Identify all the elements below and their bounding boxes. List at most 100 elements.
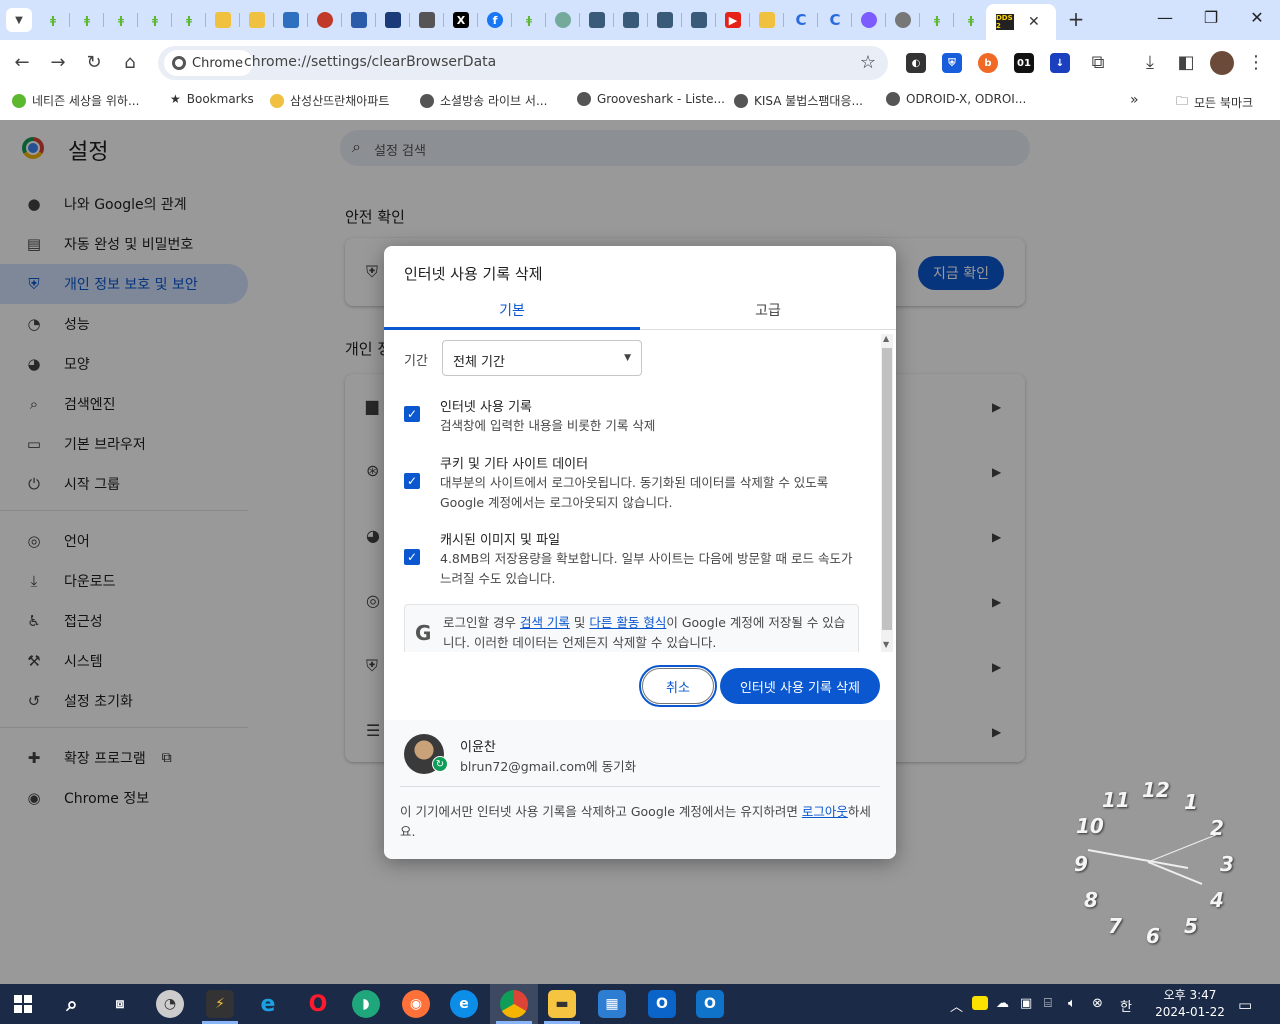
outlook-new-icon[interactable]: O <box>648 990 676 1018</box>
tab[interactable]: ▶ <box>716 8 750 32</box>
store-icon[interactable]: ▦ <box>598 990 626 1018</box>
windows-start-icon[interactable] <box>14 995 32 1013</box>
tab[interactable] <box>614 8 648 32</box>
home-icon[interactable]: ⌂ <box>118 51 142 75</box>
url-text[interactable]: chrome://settings/clearBrowserData <box>244 54 496 70</box>
bookmark-item[interactable]: 삼성산뜨란채아파트 <box>270 92 389 109</box>
extension-arrow-icon[interactable]: ↓ <box>1050 53 1070 73</box>
site-info-chip[interactable]: Chrome <box>164 50 253 76</box>
cancel-button[interactable]: 취소 <box>639 665 717 707</box>
tab[interactable] <box>852 8 886 32</box>
tab[interactable]: ǂ <box>172 8 206 32</box>
task-view-icon[interactable]: ⧈ <box>106 990 134 1018</box>
outlook-icon[interactable]: O <box>696 990 724 1018</box>
close-tab-icon[interactable]: ✕ <box>1028 14 1040 30</box>
extension-icon[interactable]: b <box>978 53 998 73</box>
menu-icon[interactable]: ⋮ <box>1244 51 1268 75</box>
clock-app-icon[interactable]: ◔ <box>156 990 184 1018</box>
tab[interactable]: C <box>818 8 852 32</box>
cache-checkbox[interactable]: ✓ <box>404 549 420 565</box>
tab-basic[interactable]: 기본 <box>384 296 640 330</box>
tab[interactable]: ǂ <box>36 8 70 32</box>
tray-overflow-icon[interactable]: ︿ <box>950 996 963 1015</box>
edge-icon[interactable]: e <box>450 990 478 1018</box>
tab-advanced[interactable]: 고급 <box>640 296 896 330</box>
address-bar[interactable]: Chrome chrome://settings/clearBrowserDat… <box>158 46 888 80</box>
new-tab-button[interactable]: + <box>1064 8 1088 32</box>
search-icon[interactable]: ⌕ <box>58 990 86 1018</box>
camera-icon[interactable]: ▣ <box>1020 996 1032 1011</box>
tab[interactable] <box>546 8 580 32</box>
tab[interactable]: ǂ <box>512 8 546 32</box>
cookies-checkbox[interactable]: ✓ <box>404 473 420 489</box>
download-icon[interactable]: ⤓ <box>1138 51 1162 75</box>
extension-01-icon[interactable]: 01 <box>1014 53 1034 73</box>
tab[interactable] <box>308 8 342 32</box>
cloud-icon[interactable]: ☁ <box>996 996 1009 1011</box>
bookmark-item[interactable]: Grooveshark - Liste... <box>577 92 725 106</box>
bookmark-item[interactable]: 소셜방송 라이브 서... <box>420 92 547 109</box>
ime-indicator[interactable]: 한 <box>1120 996 1132 1015</box>
tab[interactable] <box>750 8 784 32</box>
tab[interactable] <box>886 8 920 32</box>
puzzle-icon[interactable]: ⧉ <box>1086 51 1110 75</box>
sign-out-link[interactable]: 로그아웃 <box>802 804 848 819</box>
tab[interactable]: f <box>478 8 512 32</box>
back-icon[interactable]: ← <box>10 51 34 75</box>
volume-icon[interactable]: 🔈︎ <box>1068 996 1076 1011</box>
opera-icon[interactable]: O <box>304 990 332 1018</box>
search-history-link[interactable]: 검색 기록 <box>520 615 570 630</box>
internet-explorer-icon[interactable]: e <box>254 990 282 1018</box>
notification-icon[interactable]: ▭ <box>1238 996 1252 1014</box>
whale-icon[interactable]: ◗ <box>352 990 380 1018</box>
bookmark-item[interactable]: ★ Bookmarks <box>170 92 254 106</box>
reload-icon[interactable]: ↻ <box>82 51 106 75</box>
winamp-icon[interactable]: ⚡ <box>206 990 234 1018</box>
tab[interactable]: ǂ <box>138 8 172 32</box>
bookmark-item[interactable]: 네티즌 세상을 위하... <box>12 92 139 109</box>
tab[interactable]: C <box>784 8 818 32</box>
active-tab[interactable]: DDS 2 ✕ <box>986 4 1056 40</box>
tab[interactable] <box>580 8 614 32</box>
tab-search-button[interactable]: ▼ <box>6 8 32 32</box>
bookmark-item[interactable]: KISA 불법스팸대응... <box>734 92 863 109</box>
tab[interactable] <box>274 8 308 32</box>
more-bookmarks-icon[interactable]: » <box>1130 92 1139 108</box>
tab[interactable]: X <box>444 8 478 32</box>
close-window-button[interactable]: ✕ <box>1234 8 1280 27</box>
side-panel-icon[interactable]: ◧ <box>1174 51 1198 75</box>
bookmark-star-icon[interactable]: ☆ <box>860 52 876 73</box>
tab[interactable]: ǂ <box>920 8 954 32</box>
kakaotalk-icon[interactable] <box>972 996 988 1010</box>
forward-icon[interactable]: → <box>46 51 70 75</box>
browsing-history-checkbox[interactable]: ✓ <box>404 406 420 422</box>
tab[interactable] <box>682 8 716 32</box>
chrome-icon[interactable] <box>500 990 528 1018</box>
profile-avatar[interactable] <box>1210 51 1234 75</box>
tab[interactable] <box>206 8 240 32</box>
bitwarden-icon[interactable]: ⛨ <box>942 53 962 73</box>
incognito-extension-icon[interactable]: ◐ <box>906 53 926 73</box>
time-range-select[interactable]: 전체 기간 ▼ <box>442 340 642 376</box>
maximize-button[interactable]: ❐ <box>1188 8 1234 27</box>
scroll-up-icon[interactable]: ▲ <box>883 334 889 343</box>
tab[interactable] <box>376 8 410 32</box>
system-clock[interactable]: 오후 3:47 2024-01-22 <box>1154 987 1226 1021</box>
tab[interactable] <box>240 8 274 32</box>
clear-data-button[interactable]: 인터넷 사용 기록 삭제 <box>720 668 880 704</box>
all-bookmarks-folder[interactable]: 🗀 모든 북마크 <box>1176 92 1253 113</box>
network-icon[interactable]: ⌸ <box>1044 996 1052 1011</box>
status-icon[interactable]: ⊗ <box>1092 996 1103 1011</box>
file-explorer-icon[interactable]: ▬ <box>548 990 576 1018</box>
tab[interactable] <box>648 8 682 32</box>
other-activity-link[interactable]: 다른 활동 형식 <box>589 615 666 630</box>
scroll-down-icon[interactable]: ▼ <box>883 640 889 649</box>
scrollbar-thumb[interactable] <box>882 348 892 630</box>
bookmark-item[interactable]: ODROID-X, ODROI... <box>886 92 1026 106</box>
minimize-button[interactable]: — <box>1142 8 1188 27</box>
tab[interactable]: ǂ <box>954 8 988 32</box>
firefox-icon[interactable]: ◉ <box>402 990 430 1018</box>
tab[interactable] <box>342 8 376 32</box>
dialog-scrollbar[interactable]: ▲ ▼ <box>881 334 893 652</box>
tab[interactable] <box>410 8 444 32</box>
